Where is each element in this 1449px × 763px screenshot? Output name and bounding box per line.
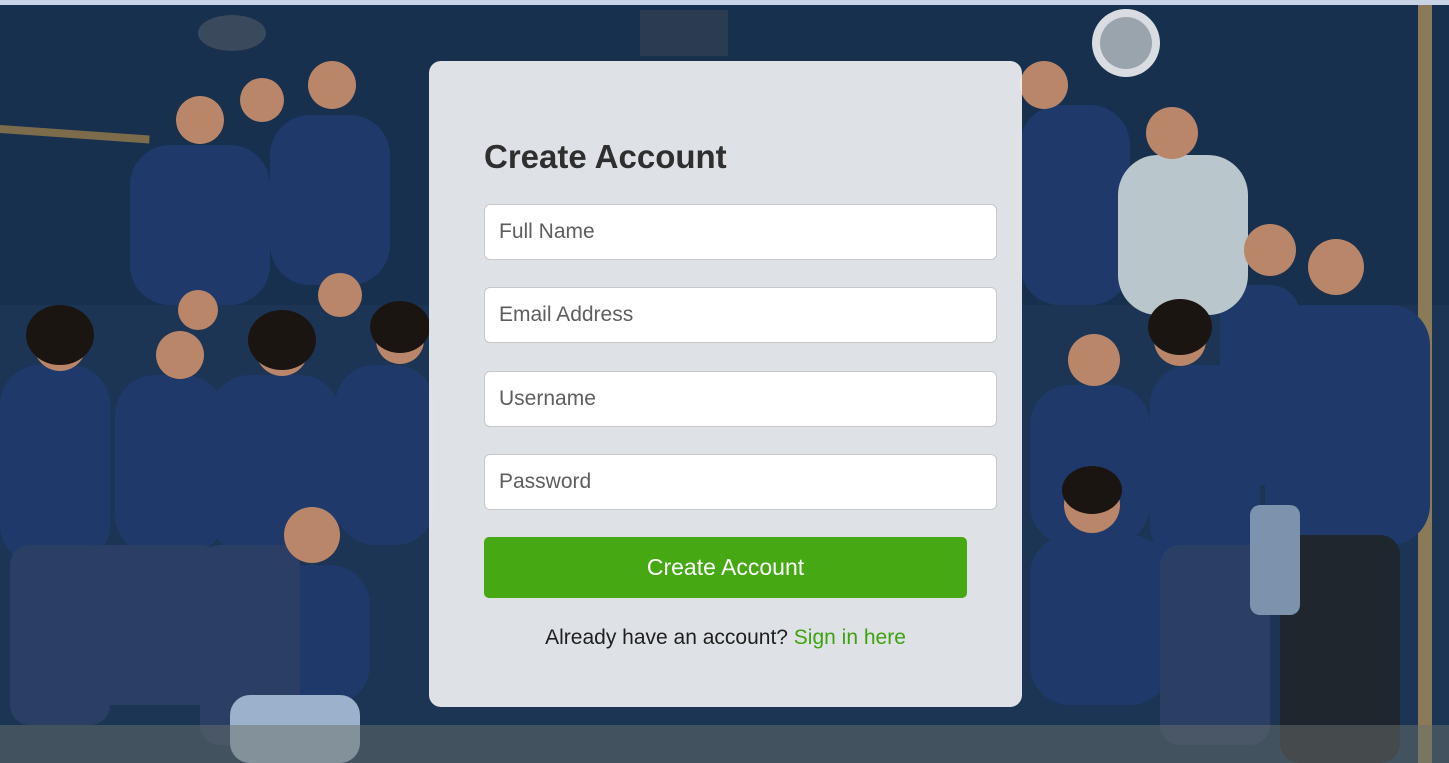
signin-prompt: Already have an account? Sign in here <box>429 626 1022 650</box>
full-name-input[interactable] <box>484 204 997 260</box>
sign-in-link[interactable]: Sign in here <box>794 626 906 649</box>
create-account-button[interactable]: Create Account <box>484 537 967 598</box>
username-input[interactable] <box>484 371 997 427</box>
create-account-card: Create Account Create Account Already ha… <box>429 61 1022 707</box>
form-title: Create Account <box>484 138 727 175</box>
password-input[interactable] <box>484 454 997 510</box>
email-address-input[interactable] <box>484 287 997 343</box>
signin-prompt-text: Already have an account? <box>545 626 794 649</box>
